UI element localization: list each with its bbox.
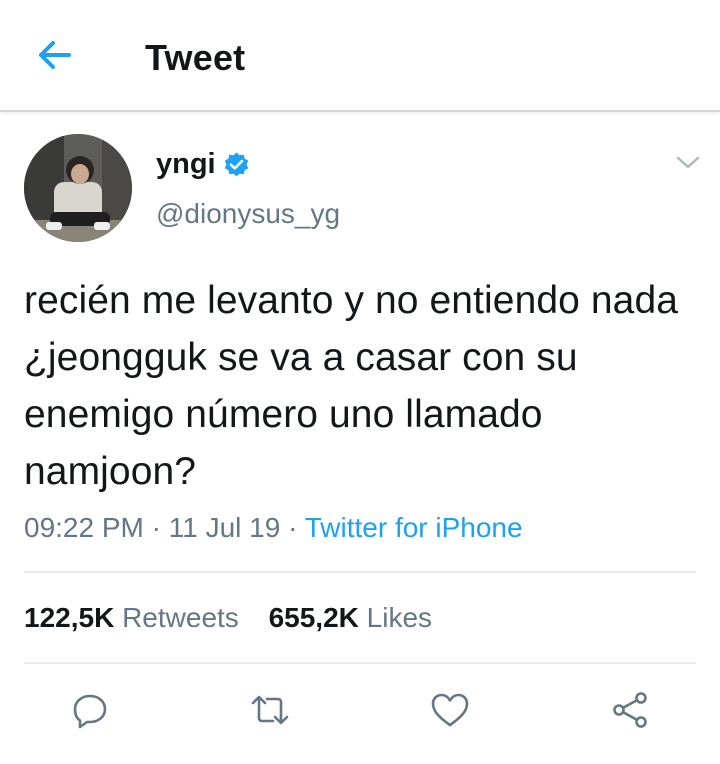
like-icon (429, 690, 471, 735)
retweets-count: 122,5K (24, 602, 115, 633)
share-button[interactable] (606, 688, 654, 736)
share-icon (610, 690, 650, 735)
verified-badge-icon (222, 151, 251, 180)
retweet-icon (248, 690, 292, 735)
retweet-button[interactable] (246, 688, 294, 736)
display-name[interactable]: yngi (156, 146, 216, 182)
meta-separator: · (151, 512, 161, 543)
tweet-options-button[interactable] (671, 150, 705, 180)
reply-icon (70, 690, 110, 735)
tweet-time: 09:22 PM (24, 512, 144, 543)
chevron-down-icon (676, 156, 700, 175)
user-handle[interactable]: @dionysus_yg (156, 196, 340, 232)
reply-button[interactable] (66, 688, 114, 736)
likes-label: Likes (366, 602, 433, 633)
tweet-date: 11 Jul 19 (168, 512, 281, 543)
retweets-label: Retweets (122, 602, 239, 633)
page-title: Tweet (145, 37, 246, 78)
top-app-bar: Tweet (0, 0, 720, 112)
tweet-actions (0, 688, 720, 736)
like-button[interactable] (426, 688, 474, 736)
back-button[interactable] (28, 34, 80, 80)
tweet-text: recién me levanto y no entiendo nada ¿je… (24, 279, 679, 493)
likes-stat[interactable]: 655,2K Likes (269, 600, 432, 636)
avatar[interactable] (24, 134, 132, 242)
retweets-stat[interactable]: 122,5K Retweets (24, 600, 239, 636)
tweet-meta: 09:22 PM · 11 Jul 19 · Twitter for iPhon… (24, 510, 523, 546)
tweet-source-link[interactable]: Twitter for iPhone (305, 512, 523, 543)
meta-separator: · (288, 512, 298, 543)
divider (24, 662, 696, 664)
engagement-stats: 122,5K Retweets 655,2K Likes (24, 600, 432, 636)
divider (24, 571, 696, 573)
arrow-left-icon (36, 39, 72, 76)
likes-count: 655,2K (268, 602, 359, 633)
